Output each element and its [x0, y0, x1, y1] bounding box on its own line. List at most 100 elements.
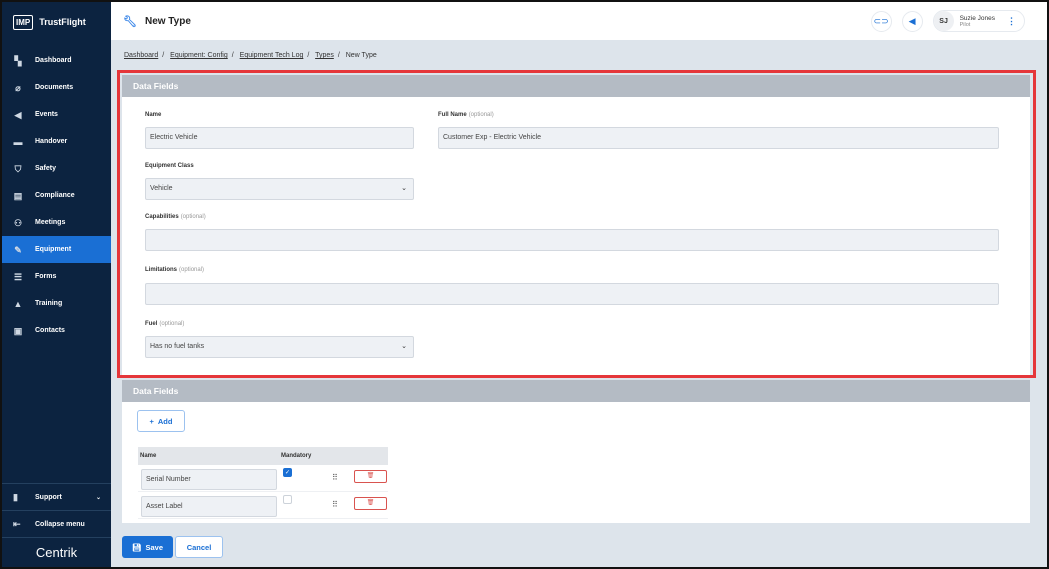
brand-name: TrustFlight: [39, 17, 86, 27]
support-label: Support: [35, 493, 62, 501]
capabilities-label: Capabilities (optional): [145, 214, 206, 220]
avatar: SJ: [933, 11, 954, 31]
sidebar-item-label: Compliance: [35, 192, 75, 199]
breadcrumb: Dashboard / Equipment: Config / Equipment …: [124, 52, 377, 59]
full-name-label: Full Name (optional): [438, 112, 494, 118]
link-button[interactable]: ⊂⊃: [870, 10, 892, 32]
sidebar-item-documents[interactable]: ⌀ Documents: [2, 74, 111, 101]
sidebar-item-label: Forms: [35, 273, 57, 280]
breadcrumb-current: New Type: [345, 52, 377, 59]
sidebar: IMP TrustFlight ▚ Dashboard ⌀ Documents ◀ Eve…: [2, 2, 111, 567]
shield-icon: ⛉: [14, 163, 22, 174]
table-row: Asset Label ⠿ 🗑︎: [138, 492, 388, 519]
user-role: Pilot: [959, 21, 971, 28]
save-button[interactable]: 💾︎ Save: [122, 536, 173, 558]
sidebar-item-label: Training: [35, 300, 63, 307]
megaphone-icon: ◀: [14, 109, 22, 120]
cancel-button[interactable]: Cancel: [175, 536, 223, 558]
sidebar-item-meetings[interactable]: ⚇ Meetings: [2, 209, 111, 236]
sidebar-item-label: Handover: [35, 138, 68, 145]
sidebar-item-safety[interactable]: ⛉ Safety: [2, 155, 111, 182]
sidebar-item-dashboard[interactable]: ▚ Dashboard: [2, 47, 111, 74]
mandatory-checkbox[interactable]: [283, 495, 292, 504]
fuel-label: Fuel (optional): [145, 321, 185, 327]
chevron-down-icon: ⌄: [95, 494, 101, 501]
compliance-icon: ▤: [13, 190, 23, 201]
centrik-logo: Centrik: [2, 537, 111, 567]
full-name-input[interactable]: Customer Exp - Electric Vehicle: [438, 127, 999, 149]
fields-table: Name Mandatory Serial Number ✓ ⠿ 🗑︎ Asset…: [138, 447, 388, 519]
imp-logo: IMP: [13, 14, 34, 30]
delete-button[interactable]: 🗑︎: [354, 497, 387, 510]
collapse-label: Collapse menu: [35, 520, 85, 528]
fuel-select[interactable]: Has no fuel tanks ⌄: [145, 336, 414, 358]
sidebar-item-handover[interactable]: ▬ Handover: [2, 128, 111, 155]
user-name: Suzie Jones: [959, 14, 995, 22]
graduation-cap-icon: ▲: [13, 298, 23, 309]
forms-icon: ☰: [13, 271, 23, 282]
sidebar-item-label: Dashboard: [35, 57, 72, 64]
limitations-textarea[interactable]: [145, 283, 999, 305]
sidebar-item-compliance[interactable]: ▤ Compliance: [2, 182, 111, 209]
top-bar: 🔧︎ New Type ⊂⊃ ◀ SJ Suzie Jones Pilot ⋮: [111, 2, 1047, 40]
equipment-class-select[interactable]: Vehicle ⌄: [145, 178, 414, 200]
drag-handle-icon[interactable]: ⠿: [332, 500, 338, 509]
megaphone-icon: ◀: [908, 15, 916, 26]
announcements-button[interactable]: ◀: [901, 10, 923, 32]
plus-icon: +: [149, 416, 154, 426]
capabilities-textarea[interactable]: [145, 229, 999, 251]
sidebar-item-contacts[interactable]: ▣ Contacts: [2, 317, 111, 344]
sidebar-nav: ▚ Dashboard ⌀ Documents ◀ Events ▬ Handover ⛉ Saf…: [2, 47, 111, 344]
sidebar-item-equipment[interactable]: ✎ Equipment: [2, 236, 111, 263]
sidebar-item-label: Events: [35, 111, 58, 118]
sidebar-item-label: Safety: [35, 165, 57, 172]
sidebar-item-events[interactable]: ◀ Events: [2, 101, 111, 128]
breadcrumb-dashboard[interactable]: Dashboard: [124, 52, 158, 59]
chevron-down-icon: ⌄: [401, 343, 407, 350]
equipment-class-label: Equipment Class: [145, 163, 194, 169]
more-vertical-icon[interactable]: ⋮: [1007, 16, 1016, 27]
breadcrumb-tech-log[interactable]: Equipment Tech Log: [240, 52, 304, 59]
sidebar-item-label: Documents: [35, 84, 74, 91]
name-input[interactable]: Electric Vehicle: [145, 127, 414, 149]
col-name: Name: [140, 453, 157, 459]
limitations-label: Limitations (optional): [145, 267, 205, 273]
add-field-button[interactable]: + Add: [137, 410, 185, 432]
wrench-icon: 🔧︎: [123, 15, 137, 28]
breadcrumb-types[interactable]: Types: [315, 52, 334, 59]
trash-icon: 🗑︎: [366, 500, 375, 506]
support-icon: ▮: [13, 491, 18, 502]
sidebar-item-label: Equipment: [35, 246, 72, 253]
field-name-input[interactable]: Serial Number: [141, 469, 277, 490]
mandatory-checkbox[interactable]: ✓: [283, 468, 292, 477]
col-mandatory: Mandatory: [281, 453, 312, 459]
table-row: Serial Number ✓ ⠿ 🗑︎: [138, 465, 388, 492]
brand[interactable]: IMP TrustFlight: [2, 2, 111, 42]
name-label: Name: [145, 112, 162, 118]
dashboard-icon: ▚: [14, 55, 22, 66]
save-icon: 💾︎: [131, 542, 142, 552]
sidebar-item-training[interactable]: ▲ Training: [2, 290, 111, 317]
sidebar-item-support[interactable]: ▮ Support ⌄: [2, 483, 111, 510]
collapse-icon: ⇤: [13, 518, 21, 529]
sidebar-item-label: Meetings: [35, 219, 66, 226]
contacts-icon: ▣: [13, 325, 23, 336]
user-menu[interactable]: SJ Suzie Jones Pilot ⋮: [932, 10, 1025, 32]
meetings-icon: ⚇: [13, 217, 23, 228]
handover-icon: ▬: [13, 136, 23, 147]
field-name-input[interactable]: Asset Label: [141, 496, 277, 517]
collapse-menu-button[interactable]: ⇤ Collapse menu: [2, 510, 111, 537]
chevron-down-icon: ⌄: [401, 185, 407, 192]
sidebar-item-forms[interactable]: ☰ Forms: [2, 263, 111, 290]
table-header: Name Mandatory: [138, 447, 388, 465]
link-icon: ⊂⊃: [873, 15, 889, 26]
delete-button[interactable]: 🗑︎: [354, 470, 387, 483]
trash-icon: 🗑︎: [366, 473, 375, 479]
wrench-icon: ✎: [14, 244, 22, 255]
panel-header: Data Fields: [122, 380, 1030, 402]
app-window: IMP TrustFlight ▚ Dashboard ⌀ Documents ◀ Eve…: [2, 2, 1047, 567]
paperclip-icon: ⌀: [15, 82, 21, 93]
breadcrumb-equipment-config[interactable]: Equipment: Config: [170, 52, 228, 59]
sidebar-item-label: Contacts: [35, 327, 65, 334]
drag-handle-icon[interactable]: ⠿: [332, 473, 338, 482]
